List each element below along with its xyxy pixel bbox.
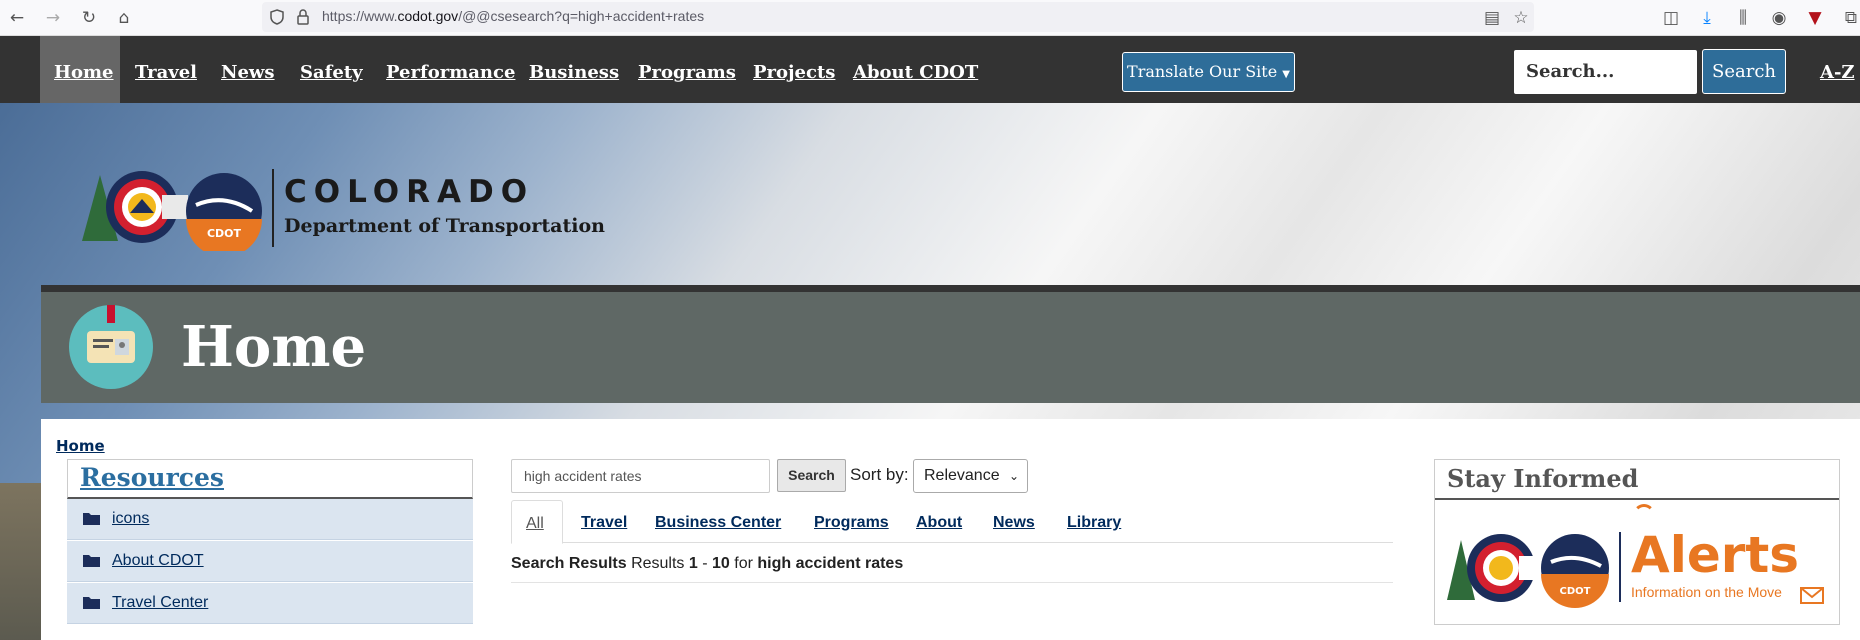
- results-label: Search Results: [511, 555, 627, 572]
- tab-travel[interactable]: Travel: [581, 514, 627, 532]
- nav-business[interactable]: Business: [529, 62, 619, 83]
- results-end: 10: [712, 555, 730, 572]
- results-divider: [511, 582, 1393, 583]
- az-index-link[interactable]: A-Z: [1820, 62, 1855, 83]
- sort-select[interactable]: Relevance ⌄: [913, 459, 1028, 493]
- page-title: Home: [181, 314, 367, 380]
- resources-title[interactable]: Resources: [80, 463, 224, 492]
- folder-icon: [83, 555, 100, 567]
- tab-programs[interactable]: Programs: [814, 514, 889, 532]
- chevron-down-icon: ⌄: [1008, 469, 1019, 483]
- nav-about-cdot[interactable]: About CDOT: [853, 62, 978, 83]
- stay-informed-panel: Stay Informed CDOT Alerts Information on…: [1434, 459, 1840, 625]
- results-search-input[interactable]: high accident rates: [511, 459, 770, 493]
- results-summary: Search Results Results 1 - 10 for high a…: [511, 555, 903, 573]
- logo-title: COLORADO: [284, 174, 535, 210]
- translate-label: Translate Our Site: [1127, 62, 1278, 81]
- nav-home[interactable]: Home: [54, 62, 114, 83]
- results-tabs: All Travel Business Center Programs Abou…: [511, 500, 1393, 544]
- folder-icon: [83, 513, 100, 525]
- logo-subtitle: Department of Transportation: [284, 215, 605, 237]
- download-icon[interactable]: ⤓: [1696, 7, 1718, 29]
- tab-about[interactable]: About: [916, 514, 962, 532]
- results-sep: -: [702, 555, 708, 572]
- site-nav: Home Travel News Safety Performance Busi…: [0, 36, 1860, 110]
- hero: CDOT COLORADO Department of Transportati…: [0, 103, 1860, 640]
- alerts-tagline: Information on the Move: [1631, 584, 1782, 600]
- tab-library[interactable]: Library: [1067, 514, 1121, 532]
- resource-item-icons[interactable]: icons: [67, 499, 473, 540]
- resource-label: icons: [112, 510, 150, 527]
- id-badge-icon: [69, 301, 153, 389]
- logo-divider: [272, 169, 274, 247]
- nav-travel[interactable]: Travel: [135, 62, 197, 83]
- overflow-icon[interactable]: ⧉: [1840, 7, 1860, 29]
- nav-safety[interactable]: Safety: [300, 62, 363, 83]
- main-content: Home Resources icons About CDOT Travel C…: [41, 419, 1860, 640]
- site-search-button[interactable]: Search: [1702, 49, 1786, 94]
- sort-label: Sort by:: [850, 465, 909, 484]
- library-icon[interactable]: ⫼: [1732, 7, 1754, 29]
- url-text[interactable]: https://www.codot.gov/@@csesearch?q=high…: [322, 8, 704, 24]
- tab-all[interactable]: All: [511, 500, 563, 544]
- nav-performance[interactable]: Performance: [386, 62, 515, 83]
- stay-informed-title: Stay Informed: [1447, 464, 1639, 493]
- reload-icon[interactable]: ↻: [78, 7, 100, 29]
- sort-value: Relevance: [924, 467, 1000, 484]
- results-word: Results: [631, 555, 685, 572]
- alerts-badge-text: CDOT: [1560, 586, 1591, 597]
- alerts-logo-icon[interactable]: CDOT: [1447, 520, 1617, 616]
- shield-icon: [270, 9, 284, 25]
- reader-view-icon[interactable]: ▤: [1481, 7, 1503, 29]
- nav-projects[interactable]: Projects: [753, 62, 835, 83]
- alerts-divider: [1619, 532, 1621, 602]
- results-for: for: [734, 555, 753, 572]
- caret-down-icon: ▼: [1282, 69, 1290, 80]
- lock-icon: [297, 9, 309, 25]
- colorado-c-logo-icon: [82, 171, 188, 243]
- tab-all-label: All: [526, 515, 544, 532]
- alerts-title[interactable]: Alerts: [1631, 526, 1799, 584]
- nav-news[interactable]: News: [221, 62, 275, 83]
- mail-icon: [1800, 587, 1824, 604]
- resource-item-about-cdot[interactable]: About CDOT: [67, 541, 473, 582]
- cdot-badge-text: CDOT: [207, 227, 242, 240]
- account-icon[interactable]: ◉: [1768, 7, 1790, 29]
- folder-icon: [83, 597, 100, 609]
- pocket-icon[interactable]: ◫: [1660, 7, 1682, 29]
- signal-icon: [1633, 504, 1655, 526]
- forward-icon[interactable]: →: [42, 7, 64, 29]
- results-start: 1: [688, 555, 698, 572]
- resource-item-travel-center[interactable]: Travel Center: [67, 583, 473, 624]
- resources-panel: Resources icons About CDOT Travel Center: [67, 459, 473, 640]
- tab-news[interactable]: News: [993, 514, 1035, 532]
- breadcrumb-home[interactable]: Home: [56, 437, 105, 455]
- browser-toolbar: ← → ↻ ⌂ https://www.codot.gov/@@csesearc…: [0, 0, 1860, 36]
- resources-header: Resources: [67, 459, 473, 499]
- resource-label: About CDOT: [112, 552, 204, 569]
- home-icon[interactable]: ⌂: [113, 7, 135, 29]
- stay-informed-rule: [1435, 498, 1839, 500]
- cdot-badge-icon: CDOT: [186, 173, 262, 251]
- nav-programs[interactable]: Programs: [638, 62, 736, 83]
- cdot-logo[interactable]: CDOT COLORADO Department of Transportati…: [78, 163, 605, 263]
- back-icon[interactable]: ←: [6, 7, 28, 29]
- bookmark-star-icon[interactable]: ☆: [1510, 7, 1532, 29]
- site-search-input[interactable]: Search...: [1514, 50, 1697, 94]
- tab-business-center[interactable]: Business Center: [655, 514, 781, 532]
- resource-label: Travel Center: [112, 594, 209, 611]
- results-query: high accident rates: [757, 555, 904, 572]
- extension-icon[interactable]: ▼: [1804, 7, 1826, 29]
- page-banner: Home: [41, 285, 1860, 403]
- results-search-button[interactable]: Search: [777, 459, 846, 492]
- translate-button[interactable]: Translate Our Site ▼: [1122, 52, 1295, 92]
